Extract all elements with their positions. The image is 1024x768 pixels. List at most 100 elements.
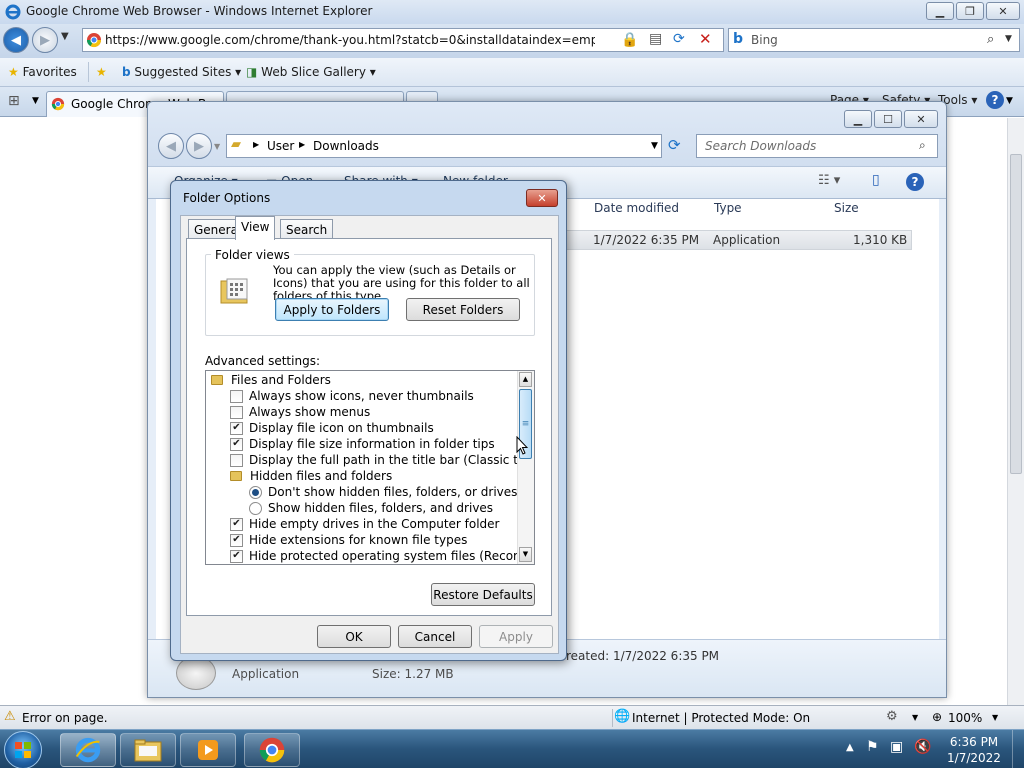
preview-pane-icon[interactable]: ▯ <box>872 172 880 188</box>
network-icon[interactable]: ▣ <box>890 739 903 755</box>
help-icon[interactable]: ? <box>906 173 924 191</box>
setting-item[interactable]: ✔ Hide extensions for known file types <box>230 532 467 548</box>
search-field[interactable]: b Bing ⌕ ▼ <box>728 28 1020 52</box>
taskbar-media-player[interactable] <box>180 733 236 767</box>
favorites-star-icon: ★ <box>8 65 19 79</box>
page-scrollbar[interactable] <box>1007 118 1024 705</box>
setting-item[interactable]: Show hidden files, folders, and drives <box>249 500 493 516</box>
explorer-minimize-button[interactable]: ▁ <box>844 110 872 128</box>
column-date-modified[interactable]: Date modified <box>594 201 679 215</box>
breadcrumb-user[interactable]: User <box>267 139 294 153</box>
file-row-selected[interactable]: 1/7/2022 6:35 PM Application 1,310 KB <box>566 230 912 250</box>
lock-icon[interactable]: 🔒 <box>621 32 638 48</box>
scroll-up-button[interactable]: ▲ <box>519 372 532 387</box>
compat-view-icon[interactable]: ▤ <box>649 31 662 47</box>
show-desktop-button[interactable] <box>1012 730 1024 768</box>
history-dropdown-icon[interactable]: ▼ <box>61 31 69 42</box>
taskbar-chrome[interactable] <box>244 733 300 767</box>
cancel-button[interactable]: Cancel <box>398 625 472 648</box>
setting-item[interactable]: ✔ Display file icon on thumbnails <box>230 420 434 436</box>
setting-item[interactable]: ✔ Display file size information in folder… <box>230 436 495 452</box>
ok-button[interactable]: OK <box>317 625 391 648</box>
quick-tabs-icon[interactable]: ⊞ <box>8 93 20 109</box>
scroll-down-button[interactable]: ▼ <box>519 547 532 562</box>
refresh-icon[interactable]: ⟳ <box>673 31 685 47</box>
dialog-close-button[interactable]: ✕ <box>526 189 558 207</box>
search-dropdown-icon[interactable]: ▼ <box>1005 34 1012 44</box>
volume-muted-icon[interactable]: 🔇 <box>914 739 931 755</box>
system-clock[interactable]: 6:36 PM 1/7/2022 <box>944 734 1004 766</box>
tab-view[interactable]: View <box>235 216 276 240</box>
action-center-flag-icon[interactable]: ⚑ <box>866 739 879 755</box>
help-dropdown-icon[interactable]: ▼ <box>1006 96 1013 106</box>
explorer-maximize-button[interactable]: ☐ <box>874 110 902 128</box>
radio-selected[interactable] <box>249 485 262 499</box>
file-date: 1/7/2022 6:35 PM <box>593 233 700 247</box>
search-icon[interactable]: ⌕ <box>987 32 994 47</box>
restore-defaults-button[interactable]: Restore Defaults <box>431 583 535 606</box>
stop-icon[interactable]: ✕ <box>699 30 712 48</box>
setting-item[interactable]: Always show menus <box>230 404 370 420</box>
show-hidden-icons-icon[interactable]: ▲ <box>846 742 854 753</box>
checkbox-checked[interactable]: ✔ <box>230 533 243 547</box>
close-icon: ✕ <box>916 112 926 126</box>
reset-folders-button[interactable]: Reset Folders <box>406 298 520 321</box>
recent-pages-icon[interactable]: ▼ <box>214 142 220 151</box>
protected-mode-dropdown-icon[interactable]: ▼ <box>912 713 918 722</box>
setting-item[interactable]: Display the full path in the title bar (… <box>230 452 534 468</box>
radio-unselected[interactable] <box>249 501 262 515</box>
checkbox-checked[interactable]: ✔ <box>230 549 243 563</box>
close-button[interactable]: ✕ <box>986 2 1020 20</box>
tab-search[interactable]: Search <box>280 219 334 239</box>
folder-options-dialog: Folder Options ✕ General View Search Fol… <box>170 180 567 661</box>
setting-item[interactable]: ✔ Hide protected operating system files (… <box>230 548 534 564</box>
start-button[interactable] <box>4 731 42 768</box>
favorites-button[interactable]: ★ Favorites <box>8 65 77 79</box>
back-button[interactable]: ◀ <box>3 27 29 53</box>
window-title: Google Chrome Web Browser - Windows Inte… <box>26 4 373 18</box>
checkbox-unchecked[interactable] <box>230 405 243 419</box>
taskbar-ie[interactable] <box>60 733 116 767</box>
explorer-close-button[interactable]: ✕ <box>904 110 938 128</box>
setting-item[interactable]: Don't show hidden files, folders, or dri… <box>249 484 517 500</box>
apply-to-folders-button[interactable]: Apply to Folders <box>275 298 389 321</box>
taskbar-explorer[interactable] <box>120 733 176 767</box>
scrollbar-thumb[interactable] <box>1010 154 1022 474</box>
checkbox-unchecked[interactable] <box>230 453 243 467</box>
address-field[interactable]: https://www.google.com/chrome/thank-you.… <box>82 28 724 52</box>
suggested-sites-item[interactable]: b Suggested Sites ▾ <box>122 65 241 79</box>
help-icon[interactable]: ? <box>986 91 1004 109</box>
status-text[interactable]: Error on page. <box>22 711 108 725</box>
breadcrumb-downloads[interactable]: Downloads <box>313 139 379 153</box>
checkbox-checked[interactable]: ✔ <box>230 421 243 435</box>
setting-item[interactable]: Always show icons, never thumbnails <box>230 388 474 404</box>
checkbox-unchecked[interactable] <box>230 389 243 403</box>
add-favorite-icon[interactable]: ★ <box>96 65 107 79</box>
explorer-back-button[interactable]: ◀ <box>158 133 184 159</box>
zoom-dropdown-icon[interactable]: ▼ <box>992 713 998 722</box>
checkbox-checked[interactable]: ✔ <box>230 437 243 451</box>
explorer-address-field[interactable]: ▰ ▶ User ▶ Downloads ▼ <box>226 134 662 158</box>
refresh-icon[interactable]: ⟳ <box>668 136 681 154</box>
ie-logo-icon <box>5 4 21 20</box>
forward-button[interactable]: ▶ <box>32 27 58 53</box>
zoom-level[interactable]: 100% <box>948 711 982 725</box>
setting-label: Always show icons, never thumbnails <box>249 389 474 403</box>
restore-button[interactable]: ❐ <box>956 2 984 20</box>
tab-list-dropdown-icon[interactable]: ▼ <box>32 96 39 106</box>
checkbox-checked[interactable]: ✔ <box>230 517 243 531</box>
view-options-icon[interactable]: ☷ ▾ <box>818 173 840 188</box>
setting-label: Don't show hidden files, folders, or dri… <box>268 485 518 499</box>
protected-mode-icon[interactable]: ⚙ <box>886 709 898 724</box>
minimize-button[interactable]: ▁ <box>926 2 954 20</box>
column-size[interactable]: Size <box>834 201 859 215</box>
setting-item[interactable]: ✔ Hide empty drives in the Computer folde… <box>230 516 499 532</box>
column-type[interactable]: Type <box>714 201 742 215</box>
advanced-settings-scrollbar[interactable]: ▲ ≡ ▼ <box>517 371 534 564</box>
warning-icon[interactable]: ⚠ <box>4 709 16 724</box>
explorer-forward-button[interactable]: ▶ <box>186 133 212 159</box>
explorer-search-input[interactable]: Search Downloads ⌕ <box>696 134 938 158</box>
apply-button[interactable]: Apply <box>479 625 553 648</box>
web-slice-gallery-item[interactable]: ◨ Web Slice Gallery ▾ <box>246 65 376 79</box>
address-dropdown-icon[interactable]: ▼ <box>651 141 658 151</box>
